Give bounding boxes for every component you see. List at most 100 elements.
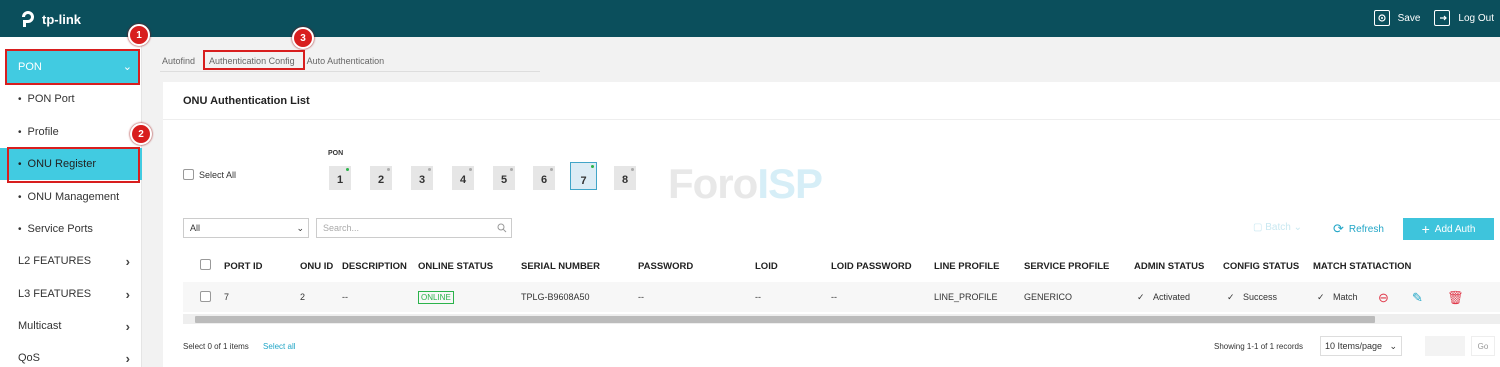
highlight-box-onu-register — [7, 147, 140, 183]
tab-bar: Autofind Authentication Config Auto Auth… — [160, 50, 540, 72]
watermark-text: Foro — [668, 160, 758, 207]
select-all-checkbox[interactable]: Select All — [183, 169, 236, 180]
edit-icon[interactable]: ✎ — [1412, 290, 1423, 306]
cell-password: -- — [638, 292, 644, 302]
col-online-status: ONLINE STATUS — [418, 260, 494, 272]
filter-select[interactable]: All ⌄ — [183, 218, 309, 238]
plus-icon: + — [1421, 221, 1430, 237]
top-bar: tp-link Save Log Out — [0, 0, 1500, 37]
sidebar-item-multicast[interactable]: Multicast › — [0, 310, 142, 342]
port-number: 5 — [500, 174, 508, 186]
card-title: ONU Authentication List — [183, 95, 310, 107]
tab-autofind[interactable]: Autofind — [160, 56, 197, 66]
brand-name: tp-link — [42, 11, 81, 27]
online-status-badge: ONLINE — [418, 291, 454, 304]
delete-icon[interactable]: 🗑 — [1447, 290, 1464, 306]
port-status-dot — [591, 165, 594, 168]
col-action: ACTION — [1375, 260, 1412, 272]
pon-port-4[interactable]: 4 — [452, 166, 474, 190]
sidebar-item-label: QoS — [18, 352, 41, 364]
logout-button[interactable]: Log Out — [1458, 13, 1494, 24]
chevron-right-icon: › — [125, 350, 130, 366]
scroll-thumb[interactable] — [195, 316, 1375, 323]
page-number-input[interactable] — [1425, 336, 1465, 356]
col-serial-number: SERIAL NUMBER — [521, 260, 600, 272]
page-size-value: 10 Items/page — [1325, 341, 1383, 351]
port-number: 4 — [459, 174, 467, 186]
onu-auth-card: ONU Authentication List Select All PON 1… — [163, 82, 1500, 367]
col-admin-status: ADMIN STATUS — [1134, 260, 1205, 272]
cell-service-profile: GENERICO — [1024, 292, 1073, 302]
tp-link-logo: tp-link — [18, 9, 81, 29]
pon-port-3[interactable]: 3 — [411, 166, 433, 190]
search-placeholder: Search... — [323, 223, 360, 233]
selected-count: Select 0 of 1 items — [183, 342, 249, 351]
row-checkbox[interactable] — [200, 290, 211, 304]
sidebar-item-profile[interactable]: • Profile — [0, 116, 142, 148]
sidebar-item-l2-features[interactable]: L2 FEATURES › — [0, 245, 142, 277]
refresh-icon: ⟳ — [1333, 221, 1344, 236]
pon-label: PON — [328, 150, 344, 157]
pon-port-8[interactable]: 8 — [614, 166, 636, 190]
sidebar-item-l3-features[interactable]: L3 FEATURES › — [0, 278, 142, 310]
search-input[interactable]: Search... — [316, 218, 512, 238]
sidebar-item-label: L3 FEATURES — [18, 288, 92, 300]
col-onu-id: ONU ID — [300, 260, 334, 272]
pon-port-5[interactable]: 5 — [493, 166, 515, 190]
cell-port-id: 7 — [224, 292, 230, 302]
tab-auto-authentication[interactable]: Auto Authentication — [305, 56, 387, 66]
pon-port-1[interactable]: 1 — [329, 166, 351, 190]
chevron-right-icon: › — [125, 286, 130, 302]
save-button[interactable]: Save — [1398, 13, 1421, 24]
checkbox[interactable] — [183, 169, 194, 180]
highlight-box-pon — [5, 49, 140, 85]
header-checkbox[interactable] — [200, 259, 211, 273]
port-status-dot — [550, 168, 553, 171]
pon-port-2[interactable]: 2 — [370, 166, 392, 190]
step-badge-2: 2 — [130, 123, 152, 145]
cell-match-status: Match — [1333, 292, 1358, 302]
port-status-dot — [469, 168, 472, 171]
port-number: 2 — [377, 174, 385, 186]
col-loid: LOID — [755, 260, 778, 272]
select-all-link[interactable]: Select all — [263, 342, 295, 351]
port-status-dot — [387, 168, 390, 171]
pon-port-6[interactable]: 6 — [533, 166, 555, 190]
table-header: PORT ID ONU ID DESCRIPTION ONLINE STATUS… — [183, 252, 1500, 280]
sidebar-item-pon-port[interactable]: • PON Port — [0, 83, 142, 115]
port-status-dot — [510, 168, 513, 171]
chevron-down-icon: ⌄ — [1293, 222, 1302, 233]
col-line-profile: LINE PROFILE — [934, 260, 1000, 272]
chevron-down-icon: ⌄ — [296, 222, 304, 233]
refresh-button[interactable]: ⟳ Refresh — [1333, 221, 1384, 237]
col-description: DESCRIPTION — [342, 260, 407, 272]
logout-icon[interactable] — [1434, 10, 1451, 26]
sidebar-item-label: L2 FEATURES — [18, 255, 92, 267]
port-status-dot — [631, 168, 634, 171]
sidebar-item-label: Profile — [27, 126, 59, 138]
step-badge-3: 3 — [292, 27, 314, 49]
watermark: ForoISP — [668, 160, 823, 208]
go-button[interactable]: Go — [1471, 336, 1495, 356]
tp-link-logo-icon — [22, 11, 34, 27]
horizontal-scrollbar[interactable] — [183, 314, 1500, 324]
add-auth-button[interactable]: + Add Auth — [1403, 218, 1494, 240]
sidebar-item-onu-management[interactable]: • ONU Management — [0, 181, 142, 213]
sidebar-item-service-ports[interactable]: • Service Ports — [0, 213, 142, 245]
batch-button[interactable]: ▢ Batch ⌄ — [1253, 222, 1302, 233]
page-size-select[interactable]: 10 Items/page ⌄ — [1320, 336, 1402, 356]
chevron-right-icon: › — [125, 253, 130, 269]
deactivate-icon[interactable]: ⊖ — [1378, 290, 1389, 306]
cell-serial-number: TPLG-B9608A50 — [521, 292, 590, 302]
pon-port-7[interactable]: 7 — [570, 162, 597, 190]
cell-onu-id: 2 — [300, 292, 306, 302]
sidebar-item-qos[interactable]: QoS › — [0, 342, 142, 367]
sidebar-item-label: PON Port — [27, 93, 75, 105]
check-icon: ✓ — [1227, 291, 1235, 302]
sidebar-item-label: Multicast — [18, 320, 62, 332]
port-number: 3 — [418, 174, 426, 186]
chevron-right-icon: › — [125, 318, 130, 334]
batch-label: Batch — [1265, 222, 1291, 233]
save-icon[interactable] — [1373, 10, 1390, 26]
tab-authentication-config[interactable]: Authentication Config — [207, 56, 297, 66]
